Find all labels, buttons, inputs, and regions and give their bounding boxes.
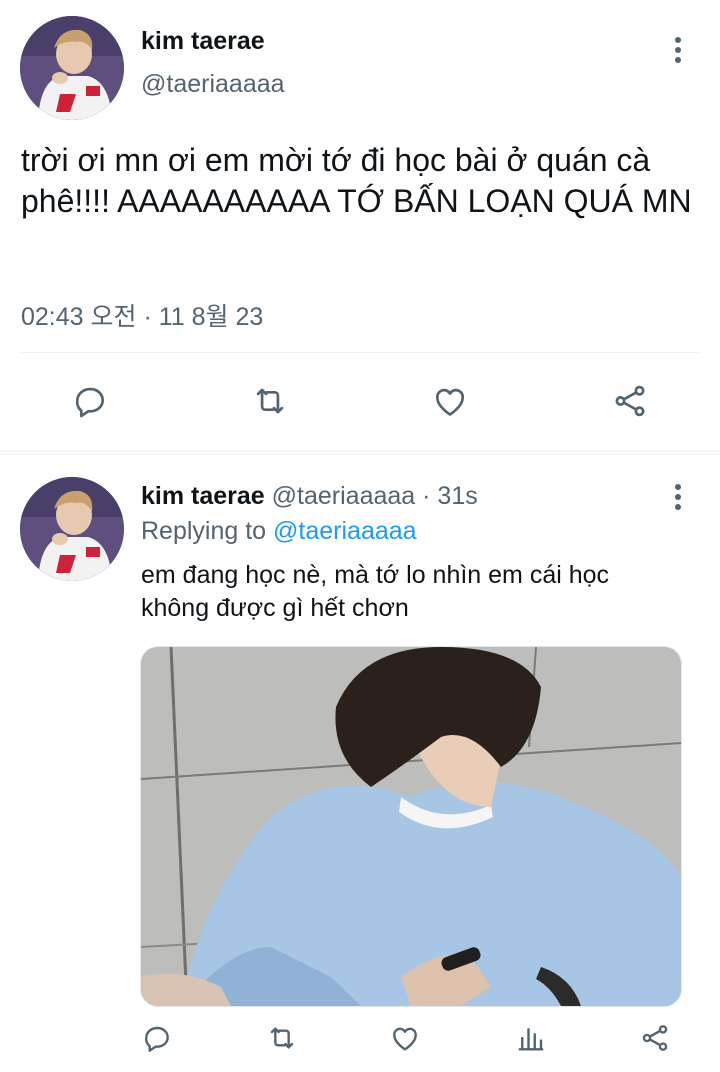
time-ago[interactable]: 31s — [437, 482, 477, 510]
author-name[interactable]: kim taerae — [141, 482, 265, 510]
main-tweet: kim taerae @taeriaaaaa trời ơi mn ơi em … — [0, 0, 720, 450]
author-handle[interactable]: @taeriaaaaa — [272, 482, 416, 510]
reply-tweet[interactable]: kim taerae @taeriaaaaa · 31s Replying to… — [0, 455, 720, 1072]
reply-icon[interactable] — [140, 1021, 174, 1055]
avatar[interactable] — [20, 477, 124, 581]
replying-to-label: Replying to — [141, 517, 267, 545]
tweet-text: em đang học nè, mà tớ lo nhìn em cái học… — [141, 561, 610, 622]
author-name[interactable]: kim taerae — [141, 27, 265, 56]
replying-to-handle[interactable]: @taeriaaaaa — [273, 517, 417, 545]
retweet-icon[interactable] — [264, 1021, 300, 1055]
avatar[interactable] — [20, 16, 124, 120]
tweet-text: trời ơi mn ơi em mời tớ đi học bài ở quá… — [21, 142, 692, 219]
like-icon[interactable] — [430, 381, 470, 421]
retweet-icon[interactable] — [248, 381, 292, 421]
tweet-photo[interactable] — [140, 646, 682, 1007]
replying-to: Replying to @taeriaaaaa — [141, 517, 417, 546]
like-icon[interactable] — [388, 1021, 422, 1055]
author-handle[interactable]: @taeriaaaaa — [141, 70, 285, 99]
reply-header: kim taerae @taeriaaaaa · 31s — [141, 482, 478, 511]
share-icon[interactable] — [610, 381, 650, 421]
more-options-icon[interactable] — [666, 480, 690, 520]
time-separator: · — [422, 482, 431, 510]
tweet-timestamp[interactable]: 02:43 오전 · 11 8월 23 — [21, 297, 263, 333]
reply-icon[interactable] — [70, 381, 110, 421]
more-options-icon[interactable] — [666, 33, 690, 73]
divider — [20, 352, 700, 353]
share-icon[interactable] — [638, 1021, 672, 1055]
analytics-icon[interactable] — [514, 1021, 548, 1055]
